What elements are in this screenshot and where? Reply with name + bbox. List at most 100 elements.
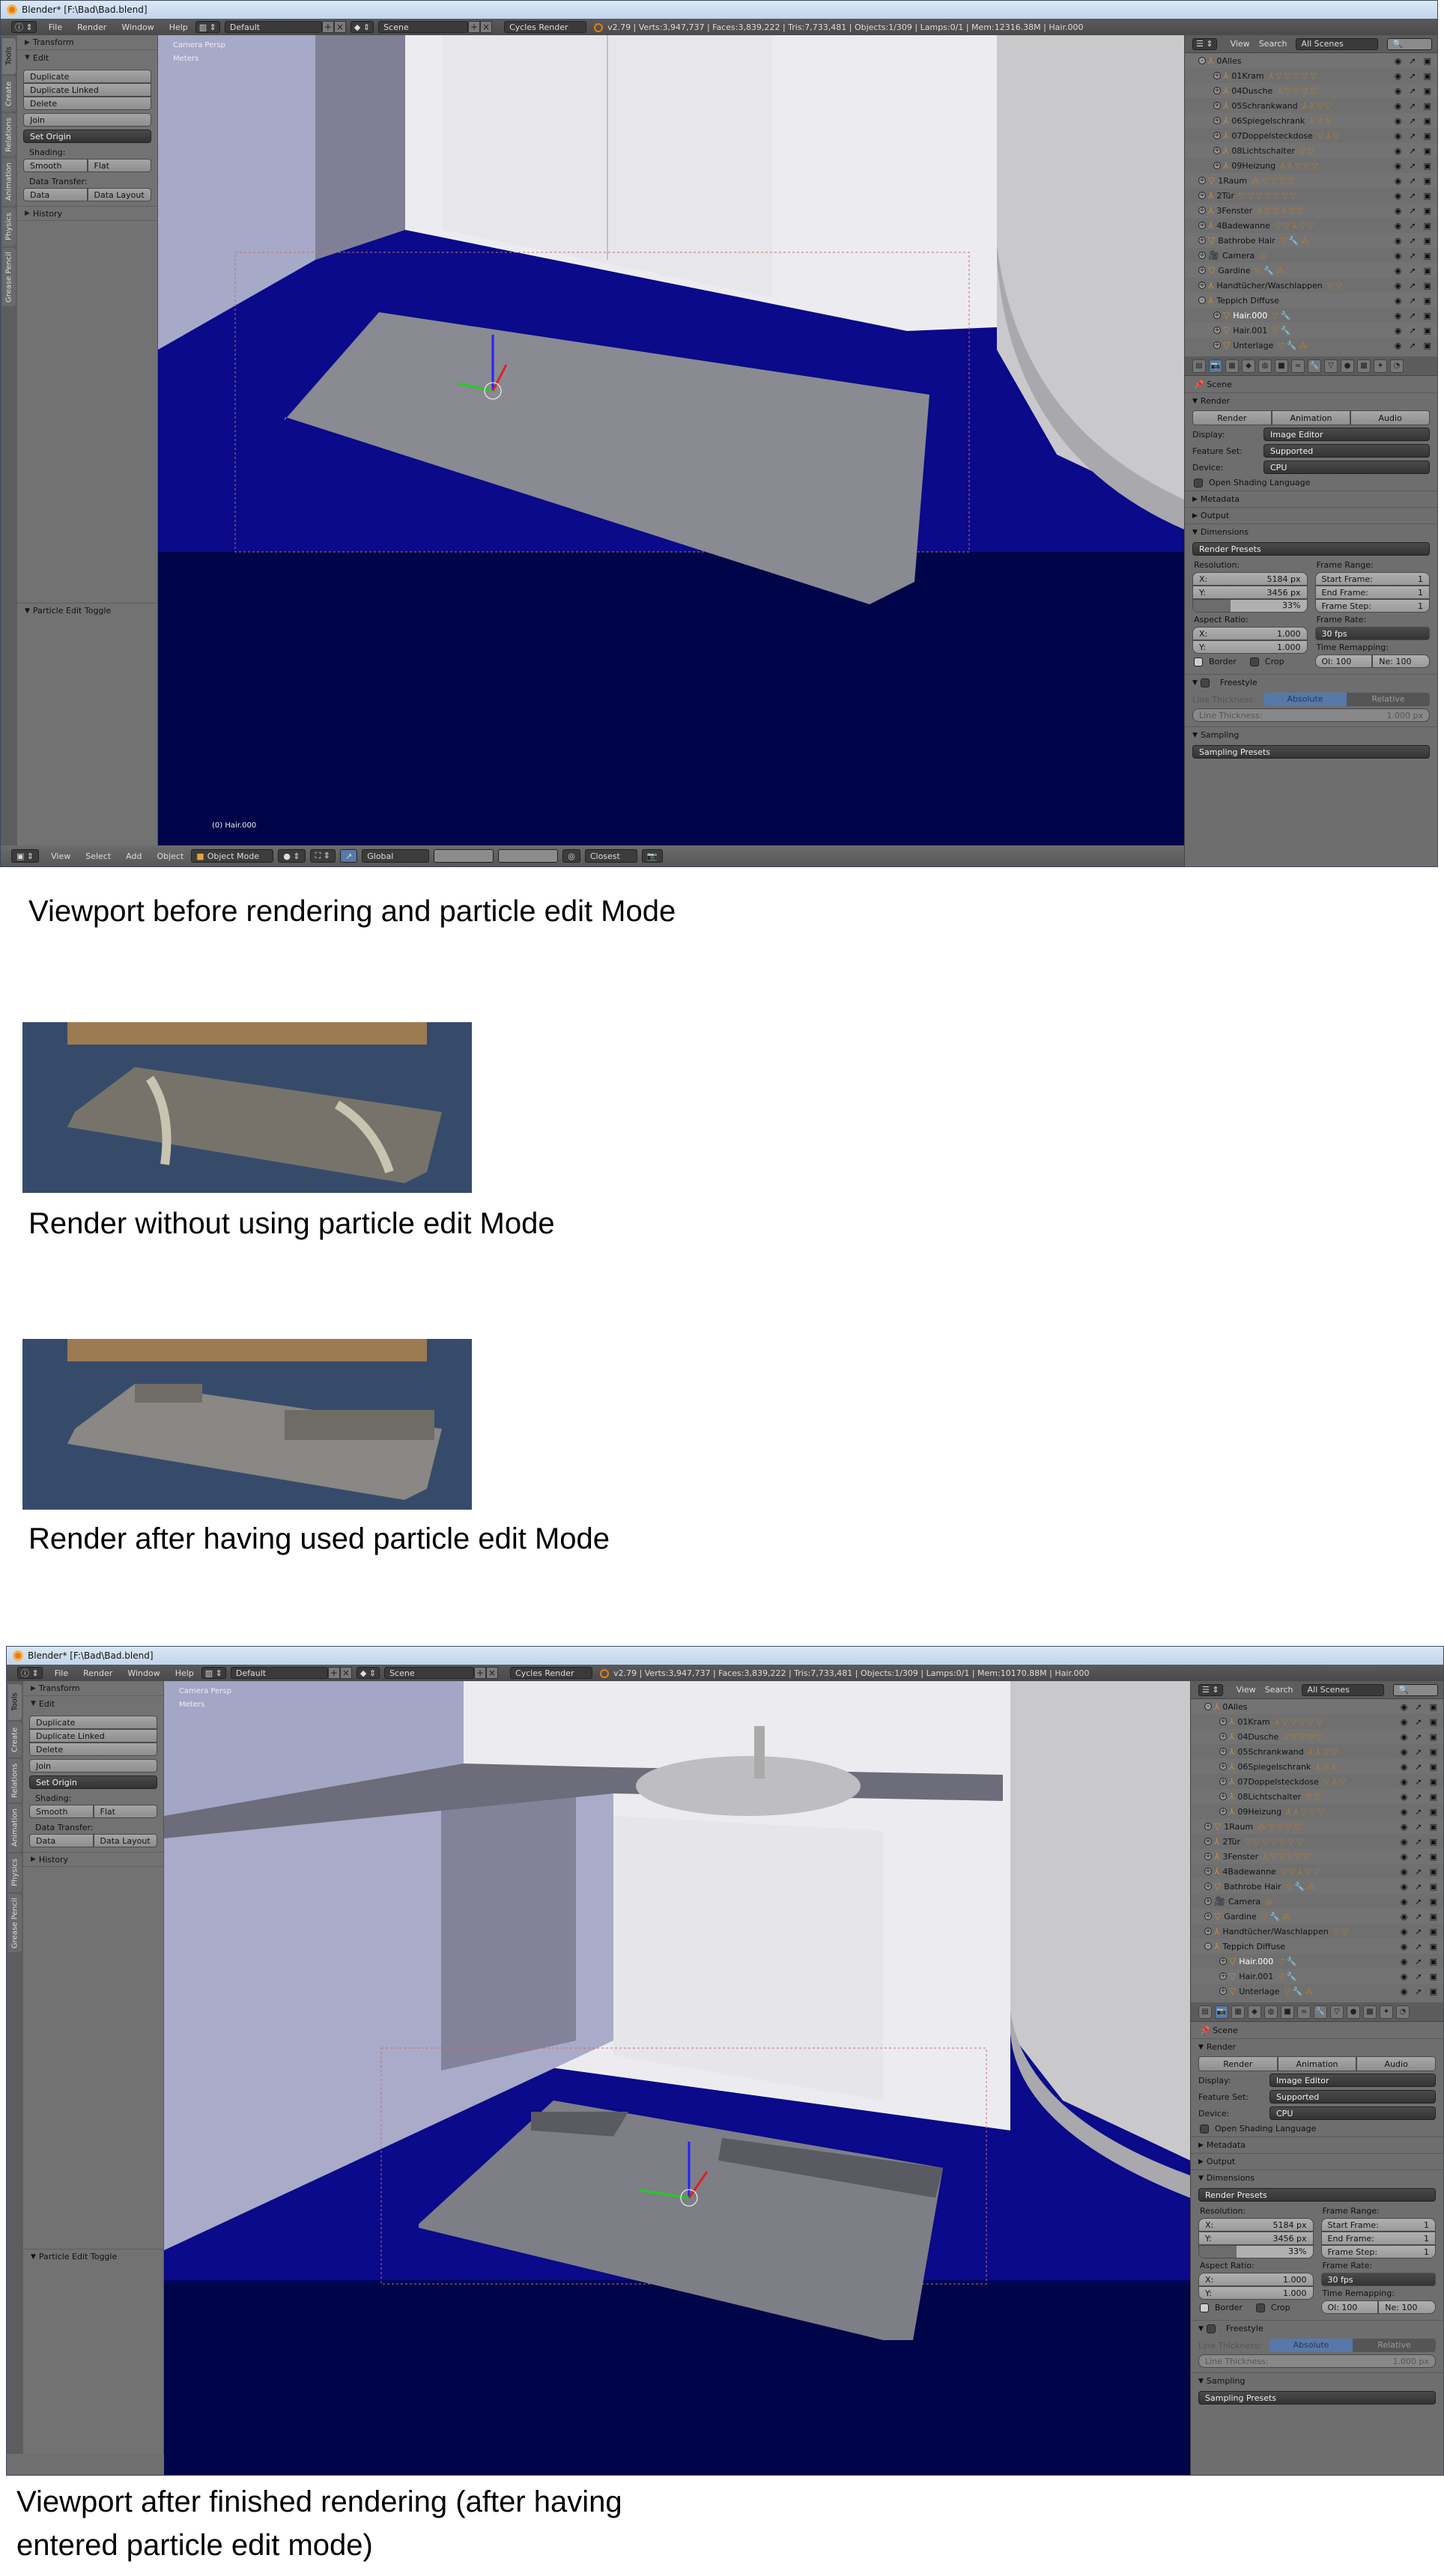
outliner-view-menu[interactable]: View [1231, 39, 1250, 49]
pin-icon[interactable]: 📌 [1194, 380, 1204, 389]
cursor-icon[interactable]: ➚ [1409, 71, 1416, 81]
line-thickness-field[interactable]: Line Thickness: 1.000 px [1192, 708, 1430, 722]
eye-icon[interactable]: ◉ [1401, 1747, 1408, 1757]
metadata-section[interactable]: ▶ Metadata [1191, 2136, 1443, 2153]
device-dropdown[interactable]: CPU [1264, 461, 1430, 474]
sampling-section[interactable]: ▼ Sampling [1191, 2372, 1443, 2389]
audio-button[interactable]: Audio [1350, 410, 1431, 425]
outliner-item-name[interactable]: Hair.001 [1239, 1972, 1273, 1981]
outliner-row[interactable]: - ⅄ Teppich Diffuse ◉ ➚ ▣ [1191, 1939, 1443, 1954]
eye-icon[interactable]: ◉ [1401, 1777, 1408, 1787]
outliner-item-name[interactable]: Camera [1228, 1897, 1261, 1907]
eye-icon[interactable]: ◉ [1401, 1852, 1408, 1862]
menu-window[interactable]: Window [120, 1668, 167, 1678]
particles-tab-icon[interactable]: ✦ [1374, 359, 1387, 373]
outliner-item-name[interactable]: 3Fenster [1222, 1852, 1258, 1862]
outliner-item-name[interactable]: Unterlage [1233, 341, 1273, 350]
properties-type-button[interactable]: ▤ [1192, 359, 1206, 373]
cursor-icon[interactable]: ➚ [1409, 191, 1416, 201]
expand-icon[interactable]: + [1198, 192, 1206, 199]
cursor-icon[interactable]: ➚ [1415, 1852, 1422, 1862]
camera-icon[interactable]: ▣ [1424, 101, 1431, 111]
delete-button[interactable]: Delete [23, 97, 151, 110]
camera-icon[interactable]: ▣ [1424, 206, 1431, 216]
eye-icon[interactable]: ◉ [1401, 1867, 1408, 1877]
material-tab-icon[interactable]: ● [1341, 359, 1354, 373]
expand-icon[interactable]: + [1204, 1868, 1212, 1875]
flat-button[interactable]: Flat [93, 1805, 157, 1818]
expand-icon[interactable]: + [1198, 267, 1206, 274]
expand-icon[interactable]: + [1219, 1808, 1227, 1815]
camera-icon[interactable]: ▣ [1424, 161, 1431, 171]
outliner-row[interactable]: + ⅄ 4Badewanne ▽▽⅄▽▽ ◉ ➚ ▣ [1191, 1864, 1443, 1879]
cursor-icon[interactable]: ➚ [1415, 1957, 1422, 1966]
outliner-row[interactable]: + ⅄ 2Tür ▽▽▽▽▽▽▽ ◉ ➚ ▣ [1191, 1834, 1443, 1849]
outliner-row[interactable]: - ⅄ 0Alles ◉ ➚ ▣ [1185, 53, 1437, 68]
outliner-filter-dropdown[interactable]: All Scenes [1302, 1683, 1385, 1696]
time-old-field[interactable]: Ol: 100 [1320, 2300, 1379, 2314]
eye-icon[interactable]: ◉ [1401, 1807, 1408, 1817]
tab-physics[interactable]: Physics [2, 207, 16, 246]
duplicate-button[interactable]: Duplicate [29, 1716, 157, 1729]
camera-icon[interactable]: ▣ [1424, 86, 1431, 96]
eye-icon[interactable]: ◉ [1395, 326, 1402, 335]
end-frame-field[interactable]: End Frame: 1 [1320, 2232, 1436, 2245]
camera-icon[interactable]: ▣ [1430, 1822, 1437, 1832]
camera-icon[interactable]: ▣ [1424, 116, 1431, 126]
join-button[interactable]: Join [23, 113, 151, 127]
animation-button[interactable]: Animation [1271, 410, 1351, 425]
outliner-item-name[interactable]: Gardine [1218, 266, 1250, 276]
cursor-icon[interactable]: ➚ [1409, 221, 1416, 231]
cursor-icon[interactable]: ➚ [1415, 1987, 1422, 1996]
expand-icon[interactable]: + [1204, 1913, 1212, 1920]
camera-icon[interactable]: ▣ [1430, 1717, 1437, 1727]
start-frame-field[interactable]: Start Frame: 1 [1320, 2218, 1436, 2232]
scene-tab-icon[interactable]: ◆ [1248, 2005, 1261, 2019]
camera-icon[interactable]: ▣ [1430, 1852, 1437, 1862]
flat-button[interactable]: Flat [87, 159, 151, 172]
aspect-x-field[interactable]: X: 1.000 [1192, 627, 1308, 640]
eye-icon[interactable]: ◉ [1401, 1972, 1408, 1981]
feature-set-dropdown[interactable]: Supported [1269, 2090, 1436, 2103]
eye-icon[interactable]: ◉ [1395, 56, 1402, 66]
menu-object[interactable]: Object [149, 851, 191, 861]
tab-relations[interactable]: Relations [2, 113, 16, 157]
cursor-icon[interactable]: ➚ [1415, 1882, 1422, 1892]
add-layout-button[interactable]: + [327, 1667, 340, 1679]
layers-grid-1[interactable] [434, 849, 494, 863]
camera-icon[interactable]: ▣ [1430, 1747, 1437, 1757]
remove-layout-button[interactable]: × [333, 21, 346, 33]
camera-icon[interactable]: ▣ [1424, 251, 1431, 261]
time-new-field[interactable]: Ne: 100 [1372, 654, 1430, 668]
outliner-row[interactable]: + ⅄ 05Schrankwand ⅄⅄▽▽ ◉ ➚ ▣ [1191, 1744, 1443, 1759]
camera-icon[interactable]: ▣ [1430, 1897, 1437, 1907]
expand-icon[interactable]: + [1213, 341, 1221, 349]
3d-viewport[interactable]: Camera Persp Meters (0) Hair.000 [158, 35, 1184, 845]
eye-icon[interactable]: ◉ [1401, 1732, 1408, 1742]
resolution-percentage-slider[interactable]: 33% [1198, 2245, 1314, 2258]
outliner-row[interactable]: - ⅄ 0Alles ◉ ➚ ▣ [1191, 1699, 1443, 1714]
osl-checkbox[interactable]: Open Shading Language [1194, 478, 1428, 487]
expand-icon[interactable]: + [1204, 1883, 1212, 1890]
menu-window[interactable]: Window [114, 22, 161, 32]
outliner-item-name[interactable]: 0Alles [1222, 1702, 1247, 1712]
scene-field[interactable]: Scene [378, 21, 469, 33]
cursor-icon[interactable]: ➚ [1409, 296, 1416, 306]
eye-icon[interactable]: ◉ [1401, 1792, 1408, 1802]
end-frame-field[interactable]: End Frame: 1 [1314, 586, 1430, 599]
data-tab-icon[interactable]: ▽ [1330, 2005, 1344, 2019]
outliner-row[interactable]: + ⅄ 06Spiegelschrank ⅄▽⅄ ◉ ➚ ▣ [1185, 113, 1437, 128]
menu-file[interactable]: File [47, 1668, 76, 1678]
smooth-button[interactable]: Smooth [29, 1805, 94, 1818]
render-tab-icon[interactable]: 📷 [1209, 359, 1222, 373]
cursor-icon[interactable]: ➚ [1415, 1837, 1422, 1847]
particle-edit-toggle-panel[interactable]: ▼ Particle Edit Toggle [17, 603, 157, 618]
aspect-y-field[interactable]: Y: 1.000 [1192, 640, 1308, 654]
set-origin-dropdown[interactable]: Set Origin [29, 1775, 157, 1789]
tab-physics[interactable]: Physics [8, 1853, 22, 1892]
collapse-icon[interactable]: - [1198, 57, 1206, 64]
outliner-row[interactable]: + ▽ Hair.001 ▽🔧 ◉ ➚ ▣ [1191, 1969, 1443, 1984]
expand-icon[interactable]: + [1204, 1898, 1212, 1905]
expand-icon[interactable]: + [1219, 1793, 1227, 1800]
expand-icon[interactable]: + [1198, 222, 1206, 229]
